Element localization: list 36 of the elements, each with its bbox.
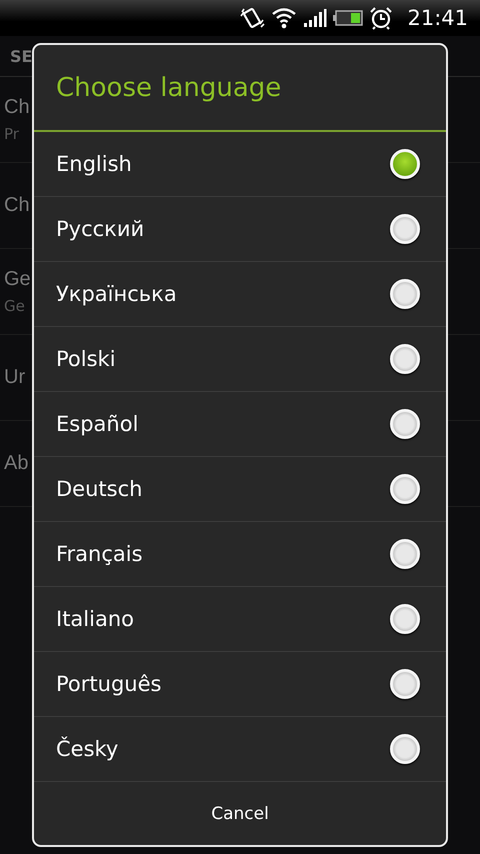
dialog-title: Choose language xyxy=(56,72,282,102)
setting-title: Ur xyxy=(4,366,26,389)
radio-button[interactable] xyxy=(390,214,420,244)
setting-title: Ch xyxy=(4,194,30,217)
wifi-icon xyxy=(271,7,298,29)
language-option[interactable]: Português xyxy=(34,652,446,717)
signal-icon xyxy=(303,8,328,28)
language-option[interactable]: Polski xyxy=(34,327,446,392)
radio-button[interactable] xyxy=(390,149,420,179)
language-option[interactable]: Français xyxy=(34,522,446,587)
radio-button[interactable] xyxy=(390,539,420,569)
language-option[interactable]: Italiano xyxy=(34,587,446,652)
radio-button[interactable] xyxy=(390,734,420,764)
vibrate-icon xyxy=(239,6,266,30)
language-option[interactable]: Українська xyxy=(34,262,446,327)
radio-button[interactable] xyxy=(390,474,420,504)
setting-title: Ge xyxy=(4,268,31,291)
radio-button[interactable] xyxy=(390,604,420,634)
radio-button[interactable] xyxy=(390,279,420,309)
battery-icon xyxy=(333,10,364,26)
radio-button[interactable] xyxy=(390,344,420,374)
clock-time: 21:41 xyxy=(407,6,468,30)
section-header: SE xyxy=(10,46,32,66)
language-option[interactable]: Русский xyxy=(34,197,446,262)
alarm-clock-icon xyxy=(369,6,394,30)
cancel-button[interactable]: Cancel xyxy=(181,794,299,834)
radio-button[interactable] xyxy=(390,669,420,699)
language-option[interactable]: Español xyxy=(34,392,446,457)
language-option[interactable]: Deutsch xyxy=(34,457,446,522)
setting-subtitle: Pr xyxy=(4,125,20,143)
language-option[interactable]: Česky xyxy=(34,717,446,782)
language-option[interactable]: English xyxy=(34,132,446,197)
radio-button[interactable] xyxy=(390,409,420,439)
setting-subtitle: Ge xyxy=(4,297,26,315)
setting-title: Ab xyxy=(4,452,28,475)
setting-title: Ch xyxy=(4,96,30,119)
